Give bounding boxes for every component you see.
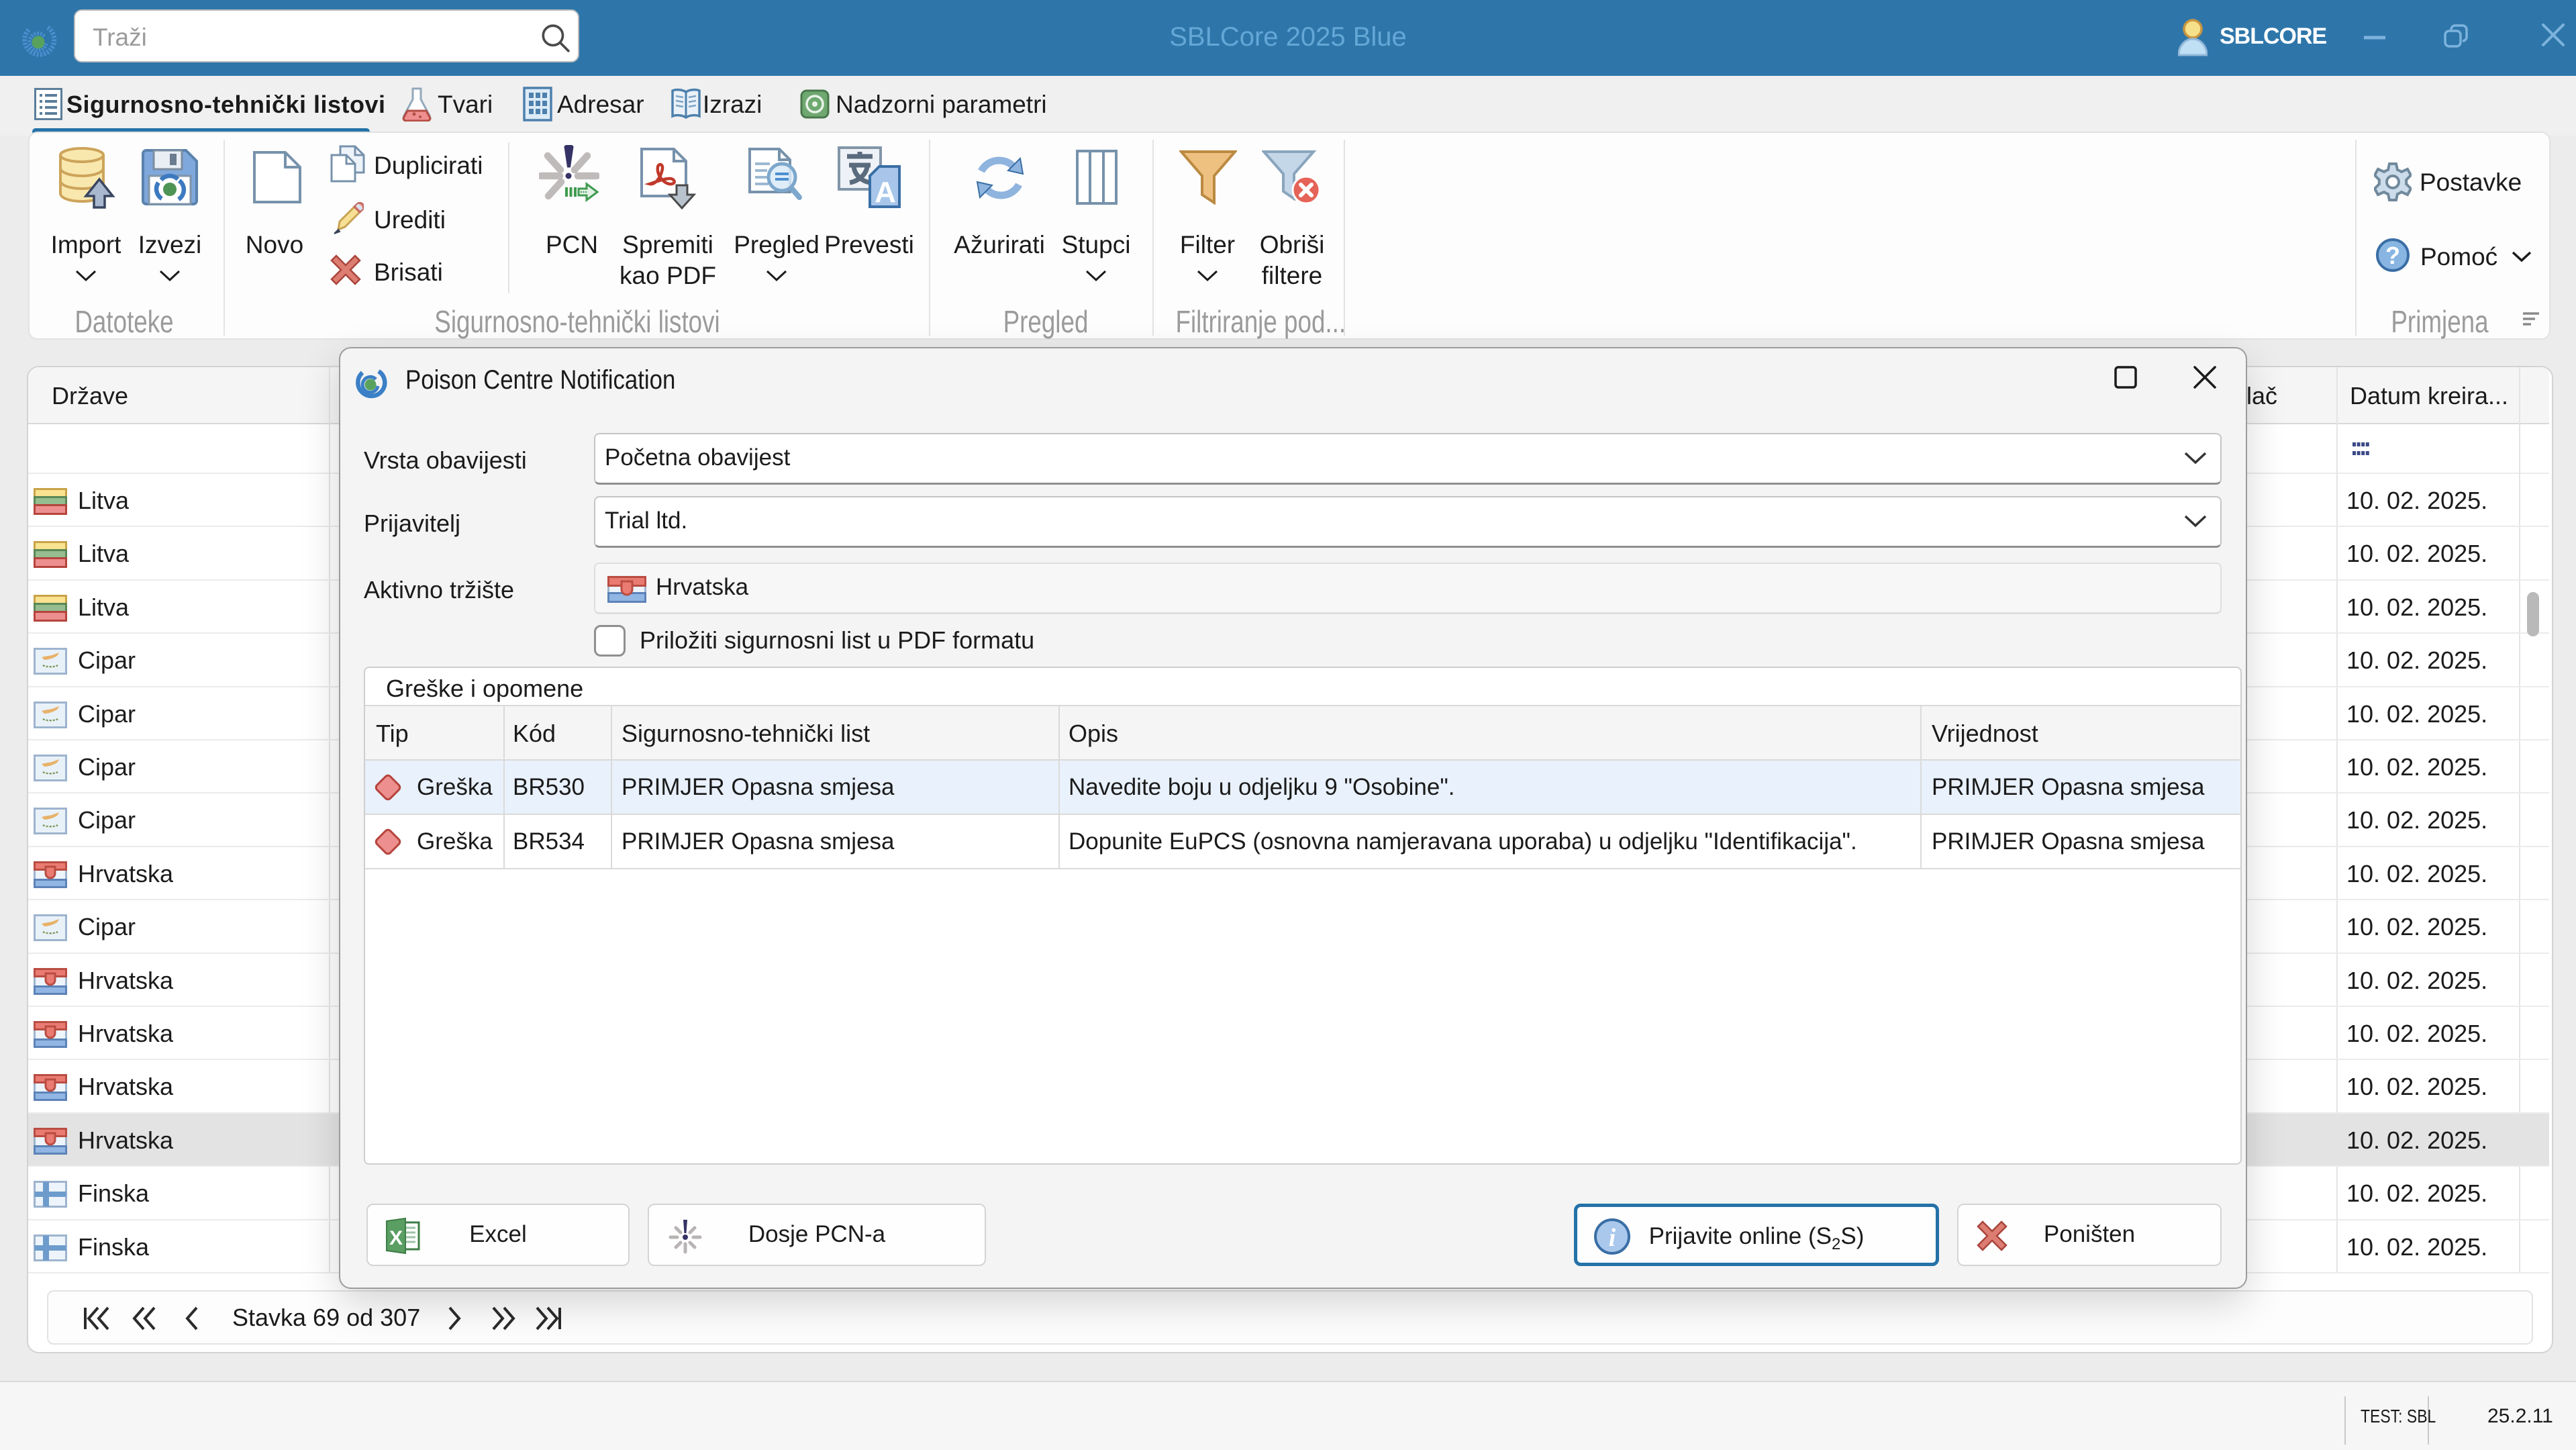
svg-text:A: A [875,176,896,209]
svg-text:?: ? [2385,242,2400,269]
